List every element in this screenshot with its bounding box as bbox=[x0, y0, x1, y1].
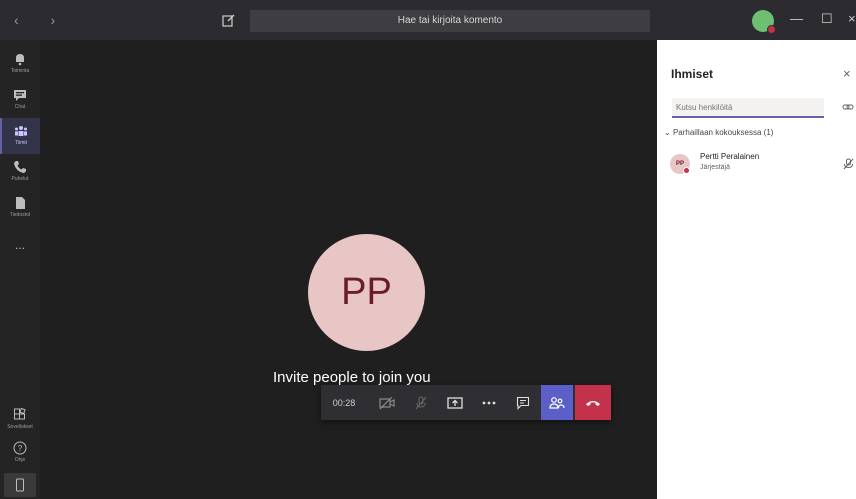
rail-item-files[interactable]: Tiedostot bbox=[0, 190, 40, 226]
meeting-stage: PP Invite people to join you 00:28 bbox=[40, 40, 657, 499]
chat-icon bbox=[14, 90, 26, 101]
section-label: Parhaillaan kokouksessa (1) bbox=[672, 128, 774, 137]
in-meeting-section[interactable]: ⌄ Parhaillaan kokouksessa (1) bbox=[664, 128, 773, 137]
rail-label: Chat bbox=[14, 104, 26, 110]
participant-avatar-large: PP bbox=[308, 234, 425, 351]
rail-item-more[interactable]: ... bbox=[0, 232, 40, 268]
mic-off-icon bbox=[415, 396, 427, 409]
conversation-icon bbox=[516, 396, 530, 410]
svg-text:?: ? bbox=[18, 444, 23, 453]
apps-icon bbox=[14, 408, 26, 420]
command-search[interactable]: Hae tai kirjoita komento bbox=[250, 10, 650, 32]
more-options-icon bbox=[482, 401, 496, 404]
close-panel-button[interactable]: × bbox=[843, 66, 851, 81]
hang-up-icon bbox=[586, 400, 600, 406]
participant-role: Järjestäjä bbox=[700, 164, 730, 171]
busy-status-dot bbox=[683, 167, 690, 174]
mobile-device-button[interactable] bbox=[4, 473, 36, 497]
phone-icon bbox=[14, 161, 26, 173]
call-controls: 00:28 bbox=[321, 385, 611, 420]
mic-off-icon bbox=[843, 158, 854, 170]
share-screen-icon bbox=[447, 396, 463, 409]
files-icon bbox=[16, 197, 25, 209]
chat-toggle-button[interactable] bbox=[507, 385, 539, 420]
title-bar: ‹ › Hae tai kirjoita komento — ☐ × bbox=[0, 0, 856, 40]
compose-icon[interactable] bbox=[222, 13, 236, 27]
invite-people-input[interactable] bbox=[672, 98, 824, 118]
teams-icon bbox=[15, 126, 27, 136]
share-screen-button[interactable] bbox=[439, 385, 471, 420]
maximize-button[interactable]: ☐ bbox=[821, 12, 833, 26]
camera-off-button[interactable] bbox=[371, 385, 403, 420]
rail-label: Puhelut bbox=[11, 176, 29, 182]
rail-label: Toiminta bbox=[10, 68, 30, 74]
navigation-arrows[interactable]: ‹ › bbox=[14, 12, 69, 28]
participant-name: Pertti Peralainen bbox=[700, 152, 760, 161]
user-avatar[interactable] bbox=[752, 10, 776, 34]
participants-button[interactable] bbox=[541, 385, 573, 420]
help-icon: ? bbox=[13, 441, 27, 455]
rail-label: Ohje bbox=[14, 457, 26, 463]
busy-status-dot bbox=[767, 25, 776, 34]
hang-up-button[interactable] bbox=[575, 385, 611, 420]
invite-prompt: Invite people to join you bbox=[273, 369, 431, 386]
app-rail: Toiminta Chat Tiimit Puhelut Tiedostot .… bbox=[0, 40, 40, 499]
rail-label: Tiedostot bbox=[9, 212, 31, 218]
bell-icon bbox=[16, 54, 24, 66]
people-panel: Ihmiset × ⌄ Parhaillaan kokouksessa (1) … bbox=[657, 40, 856, 499]
collapse-chevron-icon: ⌄ bbox=[664, 128, 673, 137]
rail-item-calls[interactable]: Puhelut bbox=[0, 154, 40, 190]
rail-item-teams[interactable]: Tiimit bbox=[0, 118, 40, 154]
camera-off-icon bbox=[379, 396, 395, 409]
participant-row[interactable]: PP Pertti Peralainen Järjestäjä bbox=[670, 152, 856, 182]
more-icon: ... bbox=[14, 238, 25, 252]
participants-icon bbox=[549, 396, 565, 409]
minimize-button[interactable]: — bbox=[790, 12, 803, 26]
panel-title: Ihmiset bbox=[671, 67, 714, 81]
mute-button[interactable] bbox=[405, 385, 437, 420]
copy-link-icon[interactable] bbox=[842, 102, 854, 112]
rail-item-chat[interactable]: Chat bbox=[0, 82, 40, 118]
rail-item-apps[interactable]: Sovellukset bbox=[0, 402, 40, 438]
rail-label: Tiimit bbox=[15, 140, 27, 146]
rail-item-help[interactable]: ? Ohje bbox=[0, 435, 40, 471]
close-window-button[interactable]: × bbox=[848, 12, 856, 26]
rail-item-activity[interactable]: Toiminta bbox=[0, 46, 40, 82]
call-timer: 00:28 bbox=[332, 397, 356, 408]
phone-device-icon bbox=[16, 478, 24, 492]
more-actions-button[interactable] bbox=[473, 385, 505, 420]
rail-label: Sovellukset bbox=[7, 424, 33, 430]
